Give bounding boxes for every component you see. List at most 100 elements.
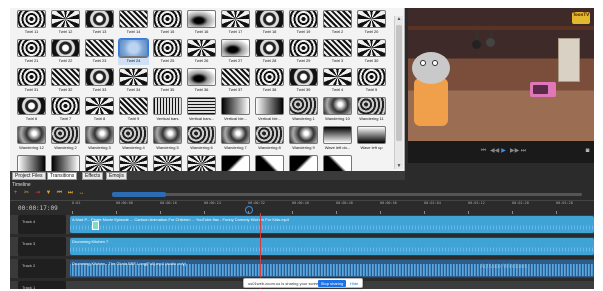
razor-icon[interactable]: ✂ [23,190,30,197]
transition-tile[interactable]: Twirl 8 [84,97,115,123]
camera-icon[interactable]: ◙ [584,148,591,155]
transition-tile[interactable]: Twirl 27 [220,39,251,65]
transition-tile[interactable]: Wipe diagon... [322,155,353,171]
track-label[interactable]: Track 2 [18,259,66,278]
transition-tile[interactable]: Wandering 2 [50,126,81,152]
track-lane[interactable]: Drumming Kitchen 7 [66,237,594,256]
transition-tile[interactable]: Twirl 4 [322,68,353,94]
scroll-up-icon[interactable]: ▲ [395,16,403,22]
transition-tile[interactable]: Twirl 16 [186,10,217,36]
tab-transitions[interactable]: Transitions [47,172,78,180]
transition-tile[interactable]: Whirlpool 4 [186,155,217,171]
transition-tile[interactable]: Twirl 18 [254,10,285,36]
transition-tile[interactable]: Twirl 31 [16,68,47,94]
transition-tile[interactable]: Wave left do... [322,126,353,152]
transition-tile[interactable]: Twirl 33 [84,68,115,94]
transition-tile[interactable]: Twirl 26 [186,39,217,65]
skip-back-icon[interactable]: ⏮ [480,148,487,155]
track-lane[interactable]: A Mad P... Pirate Movie Episode ... Cart… [66,215,594,234]
transition-tile[interactable]: Wandering 1 [288,97,319,123]
transition-tile[interactable]: Wandering 7 [220,126,251,152]
transition-tile[interactable]: Twirl 2 [322,10,353,36]
track-label[interactable]: Track 4 [18,215,66,234]
transition-tile[interactable]: Wave right up [50,155,81,171]
transition-tile[interactable]: Wandering 12 [16,126,47,152]
transition-tile[interactable]: Whirlpool 1 [84,155,115,171]
transition-tile[interactable]: Vertical ble... [254,97,285,123]
transition-tile[interactable]: Twirl 30 [356,39,387,65]
transition-tile[interactable]: Wandering 3 [84,126,115,152]
tab-emojis[interactable]: Emojis [106,172,128,180]
transition-tile[interactable]: Twirl 37 [220,68,251,94]
transition-tile[interactable]: Wandering 10 [322,97,353,123]
transition-tile[interactable]: Wandering 5 [152,126,183,152]
transition-tile[interactable]: Twirl 29 [288,39,319,65]
transition-tile[interactable]: Twirl 34 [118,68,149,94]
transition-tile[interactable]: Wipe diagon... [254,155,285,171]
track-label[interactable]: Track 3 [18,237,66,256]
transition-tile[interactable]: Wave left up [356,126,387,152]
transition-tile[interactable]: Wandering 8 [254,126,285,152]
transition-tile[interactable]: Wandering 4 [118,126,149,152]
tab-effects[interactable]: Effects [82,172,104,180]
transition-marker[interactable] [92,221,99,230]
hide-button[interactable]: Hide [350,281,358,286]
transition-tile[interactable]: Twirl 17 [220,10,251,36]
snap-icon[interactable]: ⇥ [34,190,41,197]
transition-tile[interactable]: Whirlpool 3 [152,155,183,171]
transitions-scrollbar[interactable]: ▲ ▼ [394,16,403,169]
timeline-ruler[interactable]: 00:00:17:09 0:01 00:00:08 00:00:16 00:00:24… [10,200,594,214]
transition-tile[interactable]: Twirl 32 [50,68,81,94]
transition-tile[interactable]: Wandering 9 [288,126,319,152]
transition-tile[interactable]: Twirl 6 [16,97,47,123]
transition-tile[interactable]: Twirl 35 [152,68,183,94]
fast-forward-icon[interactable]: ▶▶ [510,148,519,155]
transition-tile[interactable]: Vertical ble... [220,97,251,123]
marker-icon[interactable]: ▼ [45,190,52,197]
transition-tile[interactable]: Twirl 24 [118,38,149,65]
transition-tile[interactable]: Wandering 11 [356,97,387,123]
stop-sharing-button[interactable]: Stop sharing [318,280,346,287]
transition-tile[interactable]: Twirl 36 [186,68,217,94]
playhead-handle[interactable] [245,206,253,214]
zoom-slider-thumb[interactable] [112,192,166,197]
transition-tile[interactable]: Vertical bars [152,97,183,123]
transition-tile[interactable]: Twirl 7 [50,97,81,123]
transition-tile[interactable]: Wandering 6 [186,126,217,152]
scroll-down-icon[interactable]: ▼ [395,163,403,169]
scrollbar-thumb[interactable] [396,25,402,141]
transition-tile[interactable]: Twirl 11 [16,10,47,36]
transition-tile[interactable]: Twirl 38 [254,68,285,94]
video-clip[interactable]: Drumming Kitchen 7 [70,238,594,255]
skip-end-icon[interactable]: ⏭ [520,148,527,155]
center-icon[interactable]: ↔ [78,190,85,197]
track-label[interactable]: Track 1 [18,281,66,289]
transition-tile[interactable]: Twirl 28 [254,39,285,65]
jump-start-icon[interactable]: ⏮ [56,190,63,197]
transition-tile[interactable]: Twirl 15 [152,10,183,36]
transition-tile[interactable]: Twirl 39 [288,68,319,94]
transition-tile[interactable]: Twirl 20 [356,10,387,36]
transition-tile[interactable]: Wipe diagon... [220,155,251,171]
add-track-icon[interactable]: + [12,190,19,197]
play-icon[interactable]: ▶ [500,148,507,155]
transition-tile[interactable]: Vertical bars... [186,97,217,123]
transition-tile[interactable]: Twirl 23 [84,39,115,65]
transition-tile[interactable]: Wave right d... [16,155,47,171]
video-clip[interactable]: A Mad P... Pirate Movie Episode ... Cart… [70,216,594,233]
transition-tile[interactable]: Twirl 5 [356,68,387,94]
transition-tile[interactable]: Twirl 19 [288,10,319,36]
transition-tile[interactable]: Twirl 22 [50,39,81,65]
transition-tile[interactable]: Twirl 3 [322,39,353,65]
transition-tile[interactable]: Twirl 9 [118,97,149,123]
transition-tile[interactable]: Twirl 21 [16,39,47,65]
tab-project-files[interactable]: Project Files [12,172,46,180]
rewind-icon[interactable]: ◀◀ [490,148,499,155]
transition-tile[interactable]: Twirl 12 [50,10,81,36]
timeline-zoom-slider[interactable] [112,192,582,197]
jump-end-icon[interactable]: ⏭ [67,190,74,197]
transition-tile[interactable]: Whirlpool 2 [118,155,149,171]
transition-tile[interactable]: Wipe diagon... [288,155,319,171]
transition-tile[interactable]: Twirl 14 [118,10,149,36]
transition-tile[interactable]: Twirl 25 [152,39,183,65]
